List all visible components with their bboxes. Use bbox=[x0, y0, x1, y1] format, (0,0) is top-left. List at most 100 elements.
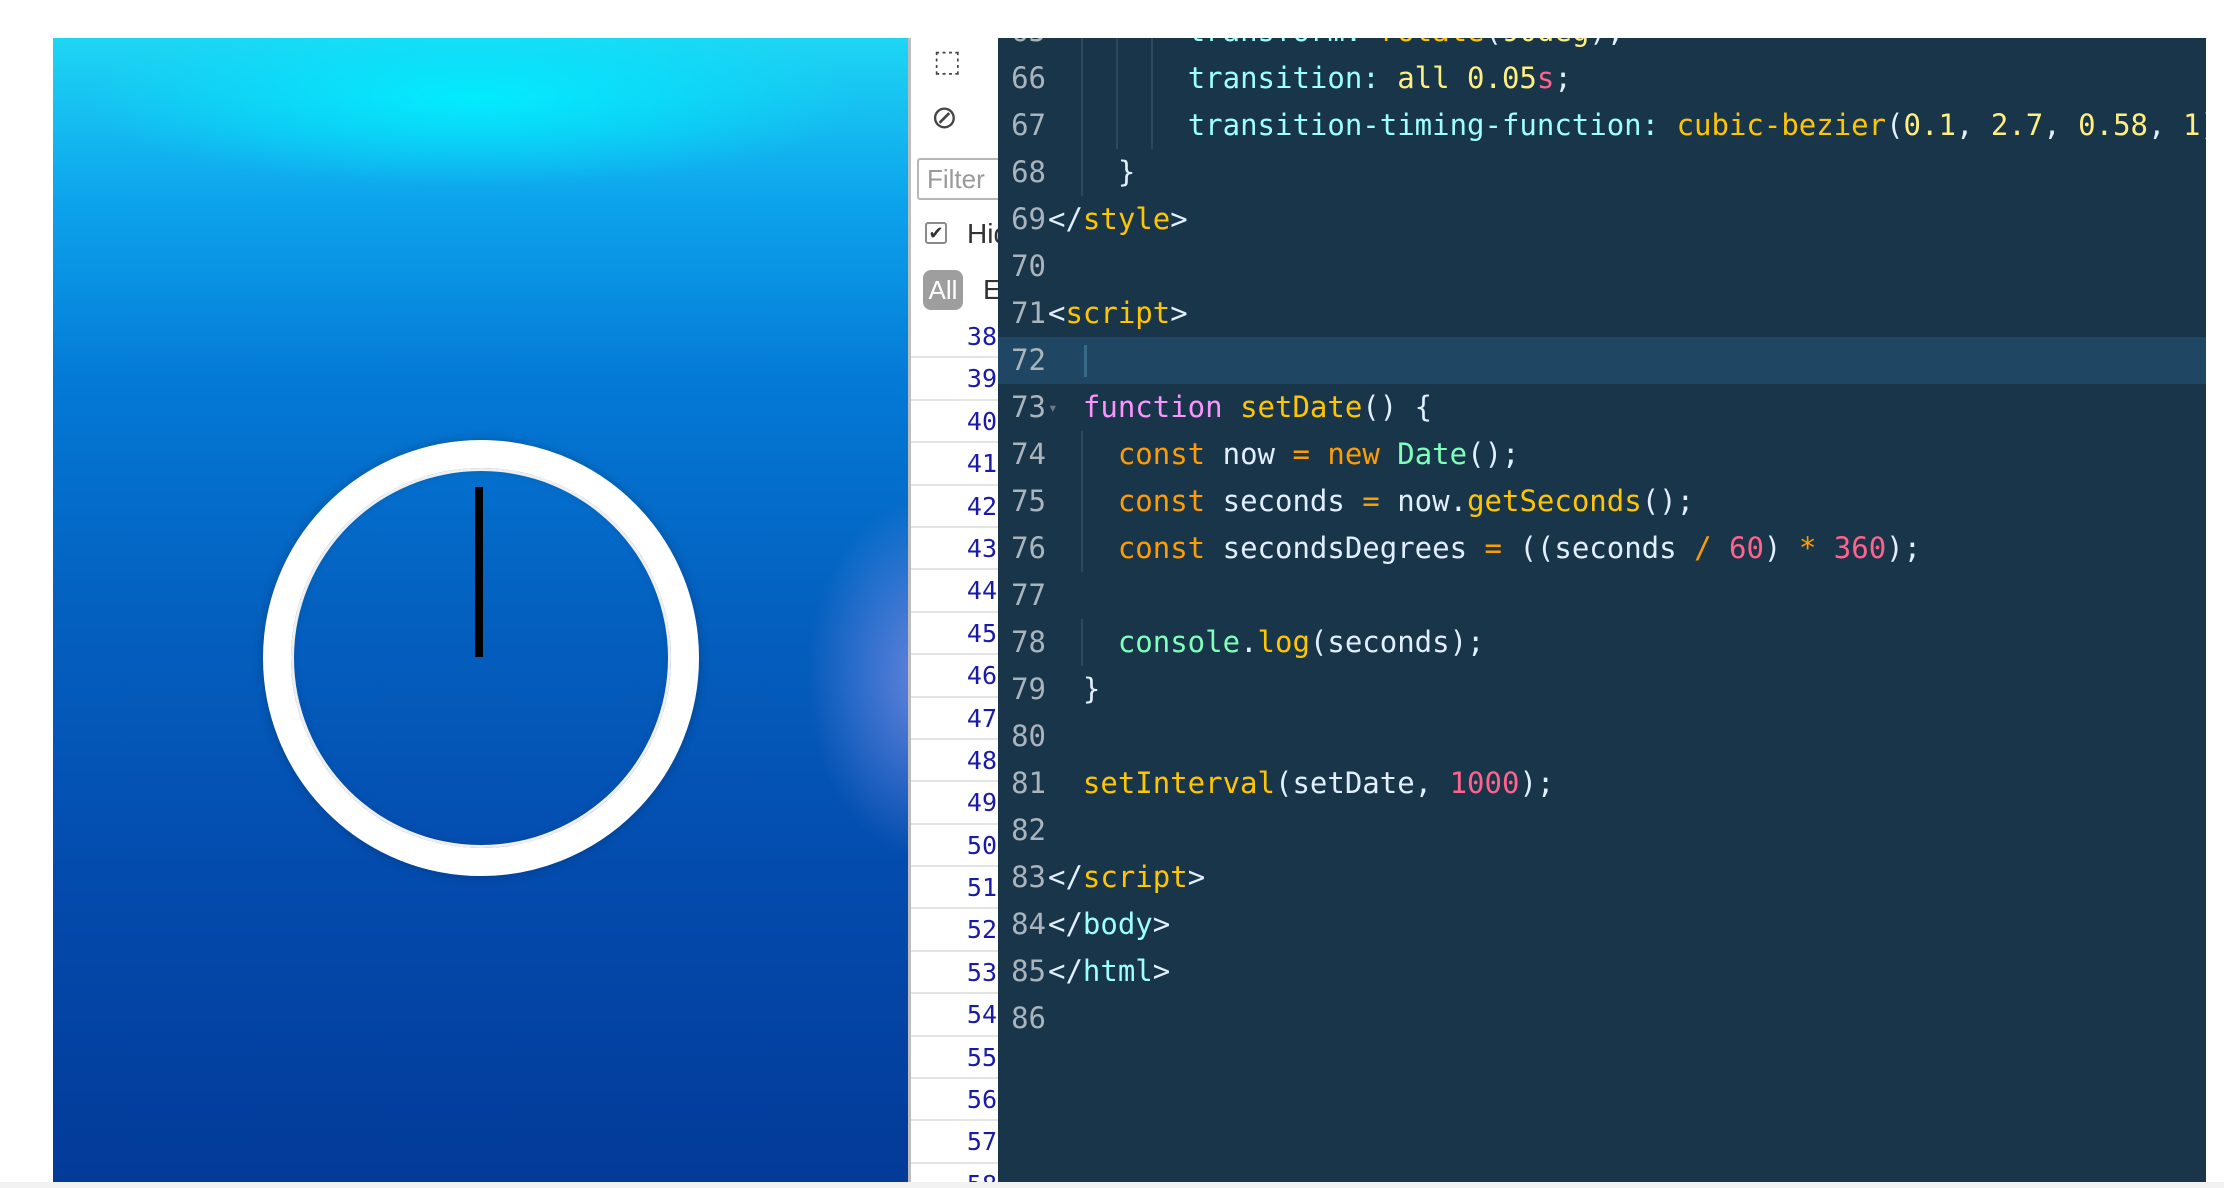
console-line-number[interactable]: 40 bbox=[911, 401, 1001, 444]
code-line[interactable]: 79 } bbox=[998, 666, 2206, 713]
code-token: s bbox=[1536, 61, 1555, 95]
console-line-number[interactable]: 43 bbox=[911, 528, 1001, 571]
console-line-number[interactable]: 53 bbox=[911, 952, 1001, 995]
code-token: ); bbox=[1589, 38, 1624, 48]
code-line[interactable]: 78 console.log(seconds); bbox=[998, 619, 2206, 666]
code-lines: 65 transform: rotate(90deg);66 transitio… bbox=[998, 38, 2206, 1042]
code-line[interactable]: 65 transform: rotate(90deg); bbox=[998, 38, 2206, 55]
console-line-number[interactable]: 46 bbox=[911, 655, 1001, 698]
code-token: rotate bbox=[1380, 38, 1485, 48]
code-line[interactable]: 85</html> bbox=[998, 948, 2206, 995]
console-line-number[interactable]: 52 bbox=[911, 909, 1001, 952]
code-line[interactable]: 84</body> bbox=[998, 901, 2206, 948]
code-line[interactable]: 80 bbox=[998, 713, 2206, 760]
clear-console-icon[interactable]: ⊘ bbox=[931, 98, 958, 136]
code-token: script bbox=[1065, 296, 1171, 330]
code-token: . bbox=[1240, 625, 1258, 659]
code-token: , bbox=[1955, 108, 1991, 142]
code-line[interactable]: 77 bbox=[998, 572, 2206, 619]
code-text: transition-timing-function: cubic-bezier… bbox=[1048, 108, 2206, 142]
line-number: 70 bbox=[1011, 249, 1046, 283]
code-token: , bbox=[2148, 108, 2183, 142]
code-token: const bbox=[1117, 484, 1206, 518]
inspect-element-icon[interactable]: ⬚ bbox=[933, 44, 961, 79]
code-token: function bbox=[1082, 390, 1223, 424]
console-line-number[interactable]: 55 bbox=[911, 1037, 1001, 1080]
code-line[interactable]: 66 transition: all 0.05s; bbox=[998, 55, 2206, 102]
line-number: 81 bbox=[1011, 766, 1046, 800]
code-text: <script> bbox=[1048, 296, 1188, 330]
code-line[interactable]: 73 ▾ function setDate() { bbox=[998, 384, 2206, 431]
code-token: ) bbox=[1763, 531, 1799, 565]
line-number: 65 bbox=[998, 38, 1046, 55]
code-line[interactable]: 68 } bbox=[998, 149, 2206, 196]
code-token: ); bbox=[1519, 766, 1555, 800]
code-editor[interactable]: 65 transform: rotate(90deg);66 transitio… bbox=[998, 38, 2206, 1188]
log-level-all-button[interactable]: All bbox=[923, 270, 963, 310]
fold-arrow-icon[interactable]: ▾ bbox=[1048, 384, 1058, 431]
code-token: ); bbox=[1886, 531, 1922, 565]
code-token: > bbox=[1152, 954, 1171, 988]
code-token: = bbox=[1484, 531, 1502, 565]
code-line[interactable]: 71<script> bbox=[998, 290, 2206, 337]
indent-guide bbox=[1080, 149, 1083, 196]
console-line-number[interactable]: 51 bbox=[911, 867, 1001, 910]
console-line-number[interactable]: 38 bbox=[911, 316, 1001, 359]
code-text: setInterval(setDate, 1000); bbox=[1048, 766, 1554, 800]
code-token: * bbox=[1798, 531, 1817, 565]
code-line[interactable]: 82 bbox=[998, 807, 2206, 854]
code-line[interactable]: 83</script> bbox=[998, 854, 2206, 901]
code-token: cubic-bezier bbox=[1676, 108, 1887, 142]
code-line[interactable]: 72 bbox=[998, 337, 2206, 384]
console-filter-input[interactable]: Filter bbox=[917, 158, 1001, 200]
console-line-number[interactable]: 44 bbox=[911, 570, 1001, 613]
console-line-number[interactable]: 49 bbox=[911, 782, 1001, 825]
code-text: const seconds = now.getSeconds(); bbox=[1048, 484, 1694, 518]
indent-guide bbox=[1115, 102, 1118, 149]
indent-guide bbox=[1080, 55, 1083, 102]
code-line[interactable]: 67 transition-timing-function: cubic-bez… bbox=[998, 102, 2206, 149]
code-token: 2.7 bbox=[1990, 108, 2044, 142]
hide-network-checkbox[interactable]: ✔ bbox=[925, 222, 947, 244]
code-line[interactable]: 70 bbox=[998, 243, 2206, 290]
console-line-number[interactable]: 48 bbox=[911, 740, 1001, 783]
line-number: 76 bbox=[1011, 531, 1046, 565]
code-token: > bbox=[1152, 907, 1171, 941]
code-text: transition: all 0.05s; bbox=[1048, 61, 1572, 95]
line-number: 79 bbox=[1011, 672, 1046, 706]
code-line[interactable]: 76 const secondsDegrees = ((seconds / 60… bbox=[998, 525, 2206, 572]
code-line[interactable]: 75 const seconds = now.getSeconds(); bbox=[998, 478, 2206, 525]
console-line-number[interactable]: 54 bbox=[911, 994, 1001, 1037]
code-token: (setDate, bbox=[1274, 766, 1450, 800]
code-token: html bbox=[1082, 954, 1153, 988]
code-token: 90deg bbox=[1502, 38, 1589, 48]
hide-network-label: Hid bbox=[967, 218, 1001, 249]
code-token: } bbox=[1082, 672, 1101, 706]
console-line-number[interactable]: 56 bbox=[911, 1079, 1001, 1122]
code-text: </body> bbox=[1048, 907, 1170, 941]
code-token: > bbox=[1187, 860, 1206, 894]
code-token: Date bbox=[1397, 437, 1468, 471]
line-number: 73 bbox=[1011, 390, 1046, 424]
code-token: transition: bbox=[1187, 61, 1398, 95]
code-token: ); bbox=[2200, 108, 2206, 142]
console-line-number[interactable]: 42 bbox=[911, 486, 1001, 528]
indent-guide bbox=[1150, 55, 1153, 102]
console-line-number[interactable]: 39 bbox=[911, 358, 1001, 401]
console-line-number[interactable]: 50 bbox=[911, 825, 1001, 868]
code-line[interactable]: 81 setInterval(setDate, 1000); bbox=[998, 760, 2206, 807]
code-line[interactable]: 86 bbox=[998, 995, 2206, 1042]
code-token: > bbox=[1170, 296, 1188, 330]
code-line[interactable]: 69</style> bbox=[998, 196, 2206, 243]
code-token: all 0.05 bbox=[1397, 61, 1537, 95]
console-line-number[interactable]: 47 bbox=[911, 698, 1001, 740]
code-text: console.log(seconds); bbox=[1048, 625, 1485, 659]
console-line-number[interactable]: 41 bbox=[911, 443, 1001, 486]
line-number: 67 bbox=[1011, 108, 1046, 142]
console-line-number[interactable]: 45 bbox=[911, 613, 1001, 656]
indent-guide bbox=[1080, 619, 1083, 666]
code-line[interactable]: 74 const now = new Date(); bbox=[998, 431, 2206, 478]
console-line-number[interactable]: 57 bbox=[911, 1121, 1001, 1164]
